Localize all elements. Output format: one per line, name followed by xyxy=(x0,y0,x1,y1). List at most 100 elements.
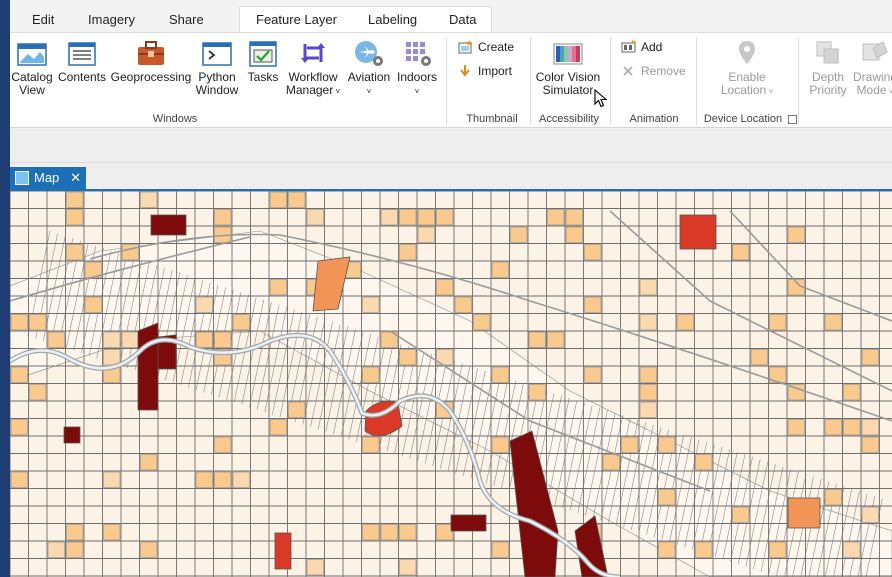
accessibility-group-label: Accessibility xyxy=(539,113,599,125)
parcel xyxy=(861,419,879,436)
parcel xyxy=(658,436,676,453)
tasks-label: Tasks xyxy=(247,70,279,84)
parcel xyxy=(84,296,102,313)
parcel xyxy=(195,331,213,348)
catalog-view-label-1: Catalog xyxy=(11,70,53,84)
drawing-mode-icon xyxy=(862,41,888,61)
parcel xyxy=(639,279,657,296)
remove-label: Remove xyxy=(641,64,686,78)
parcel xyxy=(66,244,84,261)
close-icon[interactable]: ✕ xyxy=(70,167,81,189)
parcel xyxy=(824,419,842,436)
group-divider xyxy=(696,37,697,125)
tab-labeling[interactable]: Labeling xyxy=(362,8,423,32)
parcel xyxy=(510,226,528,243)
tasks-button[interactable]: Tasks xyxy=(243,38,283,84)
arcgis-pro-window: Edit Imagery Share Feature Layer Labelin… xyxy=(10,0,892,577)
tab-feature-layer[interactable]: Feature Layer xyxy=(250,8,343,32)
python-window-button[interactable]: Python Window xyxy=(194,38,240,97)
parcel xyxy=(584,244,602,261)
parcel xyxy=(732,244,750,261)
parcel xyxy=(140,454,158,471)
workflow-manager-label-2: Manager xyxy=(285,83,334,97)
parcel xyxy=(399,244,417,261)
aviation-label: Aviation xyxy=(347,70,391,84)
create-label: Create xyxy=(478,40,515,54)
python-window-label-2: Window xyxy=(195,83,239,97)
parcel xyxy=(29,384,47,401)
geoprocessing-button[interactable]: Geoprocessing xyxy=(110,38,192,84)
parcel xyxy=(639,366,657,383)
drawing-mode-label-1: Drawing xyxy=(852,70,892,84)
enable-location-label-1: Enable xyxy=(728,70,766,84)
parcel xyxy=(121,331,139,348)
map-tab-label: Map xyxy=(34,170,60,185)
parcel xyxy=(861,349,879,366)
parcel xyxy=(306,559,324,576)
dialog-launcher-icon[interactable] xyxy=(788,115,797,124)
parcel xyxy=(214,209,232,226)
workflow-icon xyxy=(301,43,325,63)
parcel xyxy=(362,366,380,383)
geoprocessing-icon xyxy=(138,41,164,65)
create-thumbnail-button[interactable]: Create xyxy=(458,38,514,56)
parcel xyxy=(732,506,750,523)
parcel xyxy=(417,209,435,226)
map-view-tab[interactable]: Map ✕ xyxy=(10,167,86,191)
indoors-label: Indoors xyxy=(396,70,438,84)
workflow-manager-label-1: Workflow xyxy=(288,70,338,84)
cursor-icon xyxy=(594,89,608,108)
parcel xyxy=(362,296,380,313)
parcel xyxy=(66,209,84,226)
parcel xyxy=(269,419,287,436)
add-animation-button[interactable]: Add xyxy=(621,38,662,56)
parcel xyxy=(639,314,657,331)
remove-icon xyxy=(623,66,633,76)
parcel xyxy=(843,384,861,401)
indoors-icon xyxy=(406,42,431,66)
indoors-button[interactable]: Indoors ˅ xyxy=(394,38,440,98)
tab-share[interactable]: Share xyxy=(163,8,210,32)
parcel xyxy=(491,541,509,558)
drawing-mode-button[interactable]: Drawing Mode ˅ xyxy=(850,38,892,98)
chevron-down-icon: ˅ xyxy=(888,87,892,96)
catalog-view-button[interactable]: Catalog View xyxy=(10,38,54,97)
enable-location-button[interactable]: Enable Location ˅ xyxy=(710,38,784,98)
ribbon-tab-bar: Edit Imagery Share Feature Layer Labelin… xyxy=(10,0,892,36)
parcel xyxy=(103,524,121,541)
parcel xyxy=(103,349,121,366)
location-icon xyxy=(739,41,755,64)
parcel-map[interactable] xyxy=(10,191,892,577)
parcel xyxy=(824,489,842,506)
parcel xyxy=(103,471,121,488)
contents-button[interactable]: Contents xyxy=(56,38,108,84)
group-divider xyxy=(798,37,799,125)
map-view[interactable] xyxy=(10,191,892,577)
view-tab-bar: Map ✕ xyxy=(10,163,892,191)
parcel xyxy=(288,401,306,418)
parcel xyxy=(769,541,787,558)
tab-imagery[interactable]: Imagery xyxy=(82,8,141,32)
enable-location-label-2: Location xyxy=(720,83,767,97)
tab-edit[interactable]: Edit xyxy=(26,8,60,32)
parcel xyxy=(528,384,546,401)
create-icon xyxy=(458,40,472,54)
parcel xyxy=(843,419,861,436)
import-thumbnail-button[interactable]: Import xyxy=(458,62,512,80)
parcel xyxy=(232,314,250,331)
parcel xyxy=(10,366,28,383)
parcel xyxy=(140,191,158,208)
device-location-group-label: Device Location xyxy=(703,113,783,125)
tab-data[interactable]: Data xyxy=(443,8,482,32)
python-icon xyxy=(202,42,232,66)
parcel xyxy=(66,524,84,541)
aviation-button[interactable]: Aviation ˅ xyxy=(344,38,394,98)
workflow-manager-button[interactable]: Workflow Manager ˅ xyxy=(284,38,342,98)
parcel xyxy=(473,314,491,331)
color-vision-label-2: Simulator xyxy=(542,83,594,97)
add-icon xyxy=(621,40,636,53)
remove-animation-button[interactable]: Remove xyxy=(621,62,686,80)
parcel xyxy=(695,454,713,471)
windows-group-label: Windows xyxy=(152,113,198,125)
depth-priority-button[interactable]: Depth Priority xyxy=(804,38,852,97)
